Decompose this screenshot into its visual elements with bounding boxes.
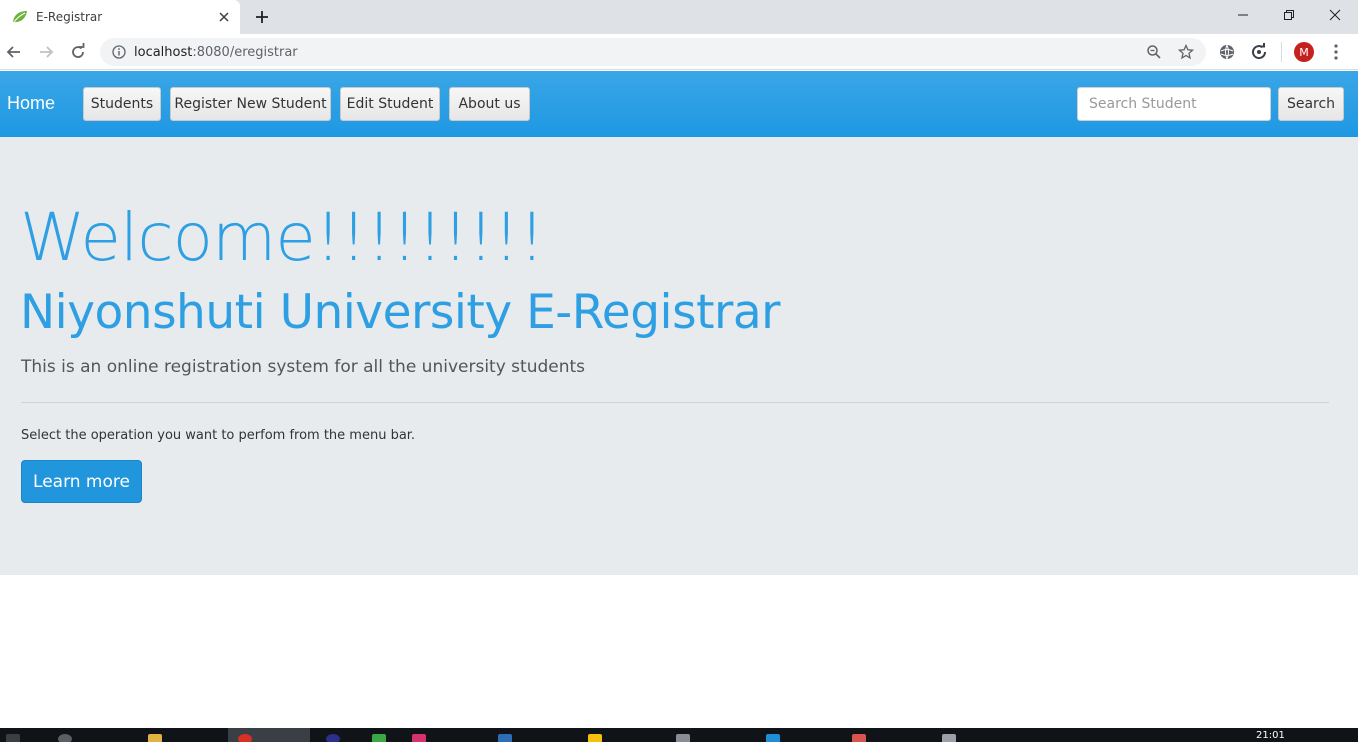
zoom-icon[interactable]: [1146, 44, 1162, 60]
nav-register-student-button[interactable]: Register New Student: [170, 87, 331, 121]
profile-avatar[interactable]: M: [1294, 42, 1314, 62]
close-tab-icon[interactable]: [216, 9, 232, 25]
nav-about-us-button[interactable]: About us: [449, 87, 530, 121]
bookmark-star-icon[interactable]: [1178, 44, 1194, 60]
back-arrow-icon[interactable]: [4, 42, 24, 62]
restore-button[interactable]: [1266, 0, 1312, 30]
file-explorer-icon[interactable]: [148, 734, 162, 742]
paint-icon[interactable]: [852, 734, 866, 742]
divider: [21, 402, 1329, 403]
learn-more-button[interactable]: Learn more: [21, 460, 142, 503]
url-path: :8080/eregistrar: [192, 45, 298, 60]
extension-globe-icon[interactable]: [1218, 43, 1236, 61]
forward-arrow-icon[interactable]: [36, 42, 56, 62]
search-taskbar-icon[interactable]: [58, 734, 72, 742]
home-brand-link[interactable]: Home: [7, 93, 55, 114]
minimize-button[interactable]: [1220, 0, 1266, 30]
lead-text: This is an online registration system fo…: [21, 357, 586, 377]
tab-title: E-Registrar: [36, 10, 103, 24]
eclipse-icon[interactable]: [326, 734, 340, 742]
clock-time[interactable]: 21:01: [1256, 730, 1285, 741]
info-icon[interactable]: [112, 45, 126, 59]
vscode-icon[interactable]: [498, 734, 512, 742]
extension-sync-icon[interactable]: [1250, 43, 1268, 61]
browser-tab[interactable]: E-Registrar: [0, 0, 240, 34]
tab-strip: E-Registrar: [0, 0, 1358, 34]
store-icon[interactable]: [942, 734, 956, 742]
spring-icon[interactable]: [372, 734, 386, 742]
close-window-button[interactable]: [1312, 0, 1358, 30]
notes-icon[interactable]: [588, 734, 602, 742]
search-button[interactable]: Search: [1278, 87, 1344, 121]
reload-icon[interactable]: [68, 42, 88, 62]
address-bar[interactable]: localhost:8080/eregistrar: [100, 38, 1206, 66]
welcome-jumbotron: Welcome!!!!!!!!! Niyonshuti University E…: [0, 137, 1358, 575]
url-host: localhost: [134, 45, 193, 60]
close-icon: [1329, 9, 1341, 21]
nav-edit-student-button[interactable]: Edit Student: [340, 87, 440, 121]
os-taskbar: 21:01: [0, 728, 1358, 742]
restore-icon: [1284, 10, 1294, 20]
browser-toolbar: localhost:8080/eregistrar: [0, 34, 1358, 70]
university-title: Niyonshuti University E-Registrar: [20, 285, 780, 340]
toolbar-divider: [1281, 42, 1282, 62]
nav-students-button[interactable]: Students: [83, 87, 161, 121]
mail-icon[interactable]: [766, 734, 780, 742]
chrome-icon[interactable]: [238, 734, 252, 742]
calculator-icon[interactable]: [676, 734, 690, 742]
menu-kebab-icon[interactable]: [1328, 43, 1344, 61]
new-tab-icon[interactable]: [253, 8, 271, 26]
url-text[interactable]: localhost:8080/eregistrar: [134, 45, 298, 60]
app-icon[interactable]: [412, 734, 426, 742]
search-student-input[interactable]: [1077, 87, 1271, 121]
start-icon[interactable]: [6, 734, 20, 742]
site-navbar: Home Students Register New Student Edit …: [0, 71, 1358, 137]
welcome-heading: Welcome!!!!!!!!!: [20, 199, 545, 276]
instruction-text: Select the operation you want to perfom …: [21, 428, 416, 443]
minimize-icon: [1238, 14, 1248, 16]
leaf-icon: [13, 11, 27, 23]
